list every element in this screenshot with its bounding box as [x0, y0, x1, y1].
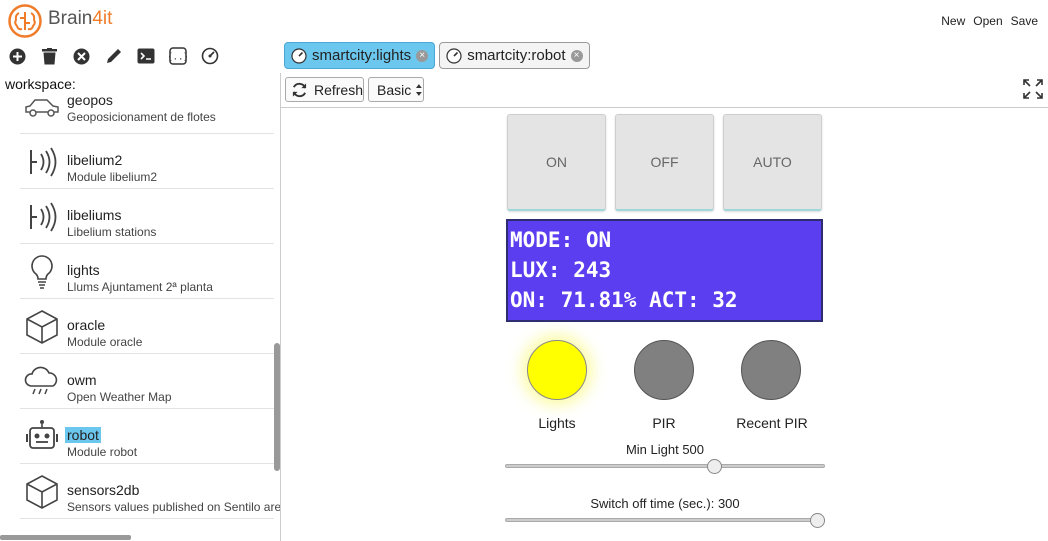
close-tab-icon[interactable]: × — [416, 49, 429, 62]
list-item[interactable]: geopos Geoposicionament de flotes — [20, 79, 274, 134]
brand-suffix: 4it — [92, 8, 113, 29]
view-mode-select[interactable]: Basic — [368, 77, 424, 102]
lcd-line-lux: LUX: 243 — [510, 258, 612, 282]
signal-icon — [22, 142, 62, 182]
close-icon[interactable] — [70, 45, 93, 68]
recent-pir-indicator — [741, 340, 801, 400]
brand-prefix: Brain — [48, 8, 93, 29]
open-button[interactable]: Open — [973, 14, 1002, 28]
module-desc: Module libelium2 — [67, 170, 158, 184]
code-icon[interactable]: {..} — [166, 45, 189, 68]
tab-bar: smartcity:lights × smartcity:robot × — [284, 42, 590, 69]
module-name: robot — [65, 427, 101, 443]
on-button[interactable]: ON — [507, 114, 606, 211]
brand-title: Brain4it — [48, 8, 112, 30]
panel-toolbar: Refresh Basic — [281, 72, 1048, 108]
list-item[interactable]: libeliums Libelium stations — [20, 189, 274, 244]
delete-icon[interactable] — [38, 45, 61, 68]
list-item[interactable]: owm Open Weather Map — [20, 354, 274, 409]
module-desc: Module oracle — [67, 335, 143, 349]
lcd-line-on: ON: 71.81% ACT: 32 — [510, 288, 738, 312]
close-tab-icon[interactable]: × — [570, 49, 583, 62]
auto-button[interactable]: AUTO — [723, 114, 822, 211]
terminal-icon[interactable] — [134, 45, 157, 68]
module-name: owm — [67, 372, 97, 388]
tab-smartcity-lights[interactable]: smartcity:lights × — [284, 42, 436, 69]
switch-off-time-label: Switch off time (sec.): 300 — [590, 496, 740, 511]
dashboard-icon[interactable] — [198, 45, 221, 68]
expand-icon[interactable] — [1022, 78, 1044, 100]
refresh-label: Refresh — [313, 81, 363, 98]
module-name: geopos — [67, 92, 113, 108]
min-light-slider[interactable] — [505, 464, 825, 468]
list-item[interactable]: lights Llums Ajuntament 2ª planta — [20, 244, 274, 299]
module-desc: Libelium stations — [67, 225, 157, 239]
min-light-label: Min Light 500 — [625, 442, 705, 457]
list-item[interactable]: libelium2 Module libelium2 — [20, 134, 274, 189]
add-icon[interactable] — [6, 45, 29, 68]
new-button[interactable]: New — [941, 14, 965, 28]
list-item[interactable]: sensors2db Sensors values published on S… — [20, 464, 280, 519]
signal-icon — [22, 197, 62, 237]
sidebar: workspace: geopos Geoposicionament de fl… — [0, 73, 281, 541]
sidebar-horizontal-scrollbar[interactable] — [0, 535, 131, 540]
switch-off-time-slider[interactable] — [505, 518, 825, 522]
refresh-button[interactable]: Refresh — [285, 77, 364, 102]
pir-label: PIR — [652, 415, 676, 431]
view-mode-value: Basic — [377, 81, 412, 98]
lights-label: Lights — [538, 415, 576, 431]
sidebar-vertical-scrollbar[interactable] — [274, 343, 280, 471]
lights-indicator — [527, 340, 587, 400]
min-light-slider-handle[interactable] — [707, 459, 722, 474]
select-arrows-icon — [416, 83, 423, 96]
edit-icon[interactable] — [102, 45, 125, 68]
svg-text:{..}: {..} — [169, 53, 187, 63]
module-desc: Geoposicionament de flotes — [67, 110, 216, 124]
top-menu: New Open Save — [941, 14, 1038, 28]
tab-label: smartcity:robot — [467, 47, 566, 64]
module-name: libeliums — [67, 207, 122, 223]
app-header: Brain4it New Open Save — [0, 0, 1048, 42]
robot-icon — [22, 417, 62, 457]
dashboard-icon — [291, 47, 307, 64]
cloud-rain-icon — [22, 362, 62, 402]
module-desc: Open Weather Map — [67, 390, 172, 404]
tab-label: smartcity:lights — [312, 47, 412, 64]
module-name: sensors2db — [67, 482, 140, 498]
toolbar: {..} — [6, 44, 221, 68]
module-name: lights — [67, 262, 100, 278]
pir-indicator — [634, 340, 694, 400]
brain-logo-icon — [8, 4, 42, 38]
module-name: oracle — [67, 317, 106, 333]
cube-icon — [22, 307, 62, 347]
refresh-icon — [292, 82, 307, 97]
tab-smartcity-robot[interactable]: smartcity:robot × — [439, 42, 590, 69]
list-item[interactable]: robot Module robot — [20, 409, 274, 464]
lcd-display: MODE: ON LUX: 243 ON: 71.81% ACT: 32 — [506, 219, 823, 322]
dashboard-icon — [446, 47, 462, 64]
off-button[interactable]: OFF — [615, 114, 714, 211]
car-icon — [22, 87, 62, 127]
save-button[interactable]: Save — [1011, 14, 1038, 28]
switch-off-time-slider-handle[interactable] — [810, 513, 825, 528]
lcd-line-mode: MODE: ON — [510, 228, 612, 252]
lightbulb-icon — [22, 252, 62, 292]
module-desc: Module robot — [67, 445, 138, 459]
recent-pir-label: Recent PIR — [736, 415, 808, 431]
module-name: libelium2 — [67, 152, 123, 168]
module-desc: Llums Ajuntament 2ª planta — [67, 280, 213, 294]
cube-icon — [22, 472, 62, 512]
module-desc: Sensors values published on Sentilo are … — [67, 500, 281, 514]
list-item[interactable]: oracle Module oracle — [20, 299, 274, 354]
